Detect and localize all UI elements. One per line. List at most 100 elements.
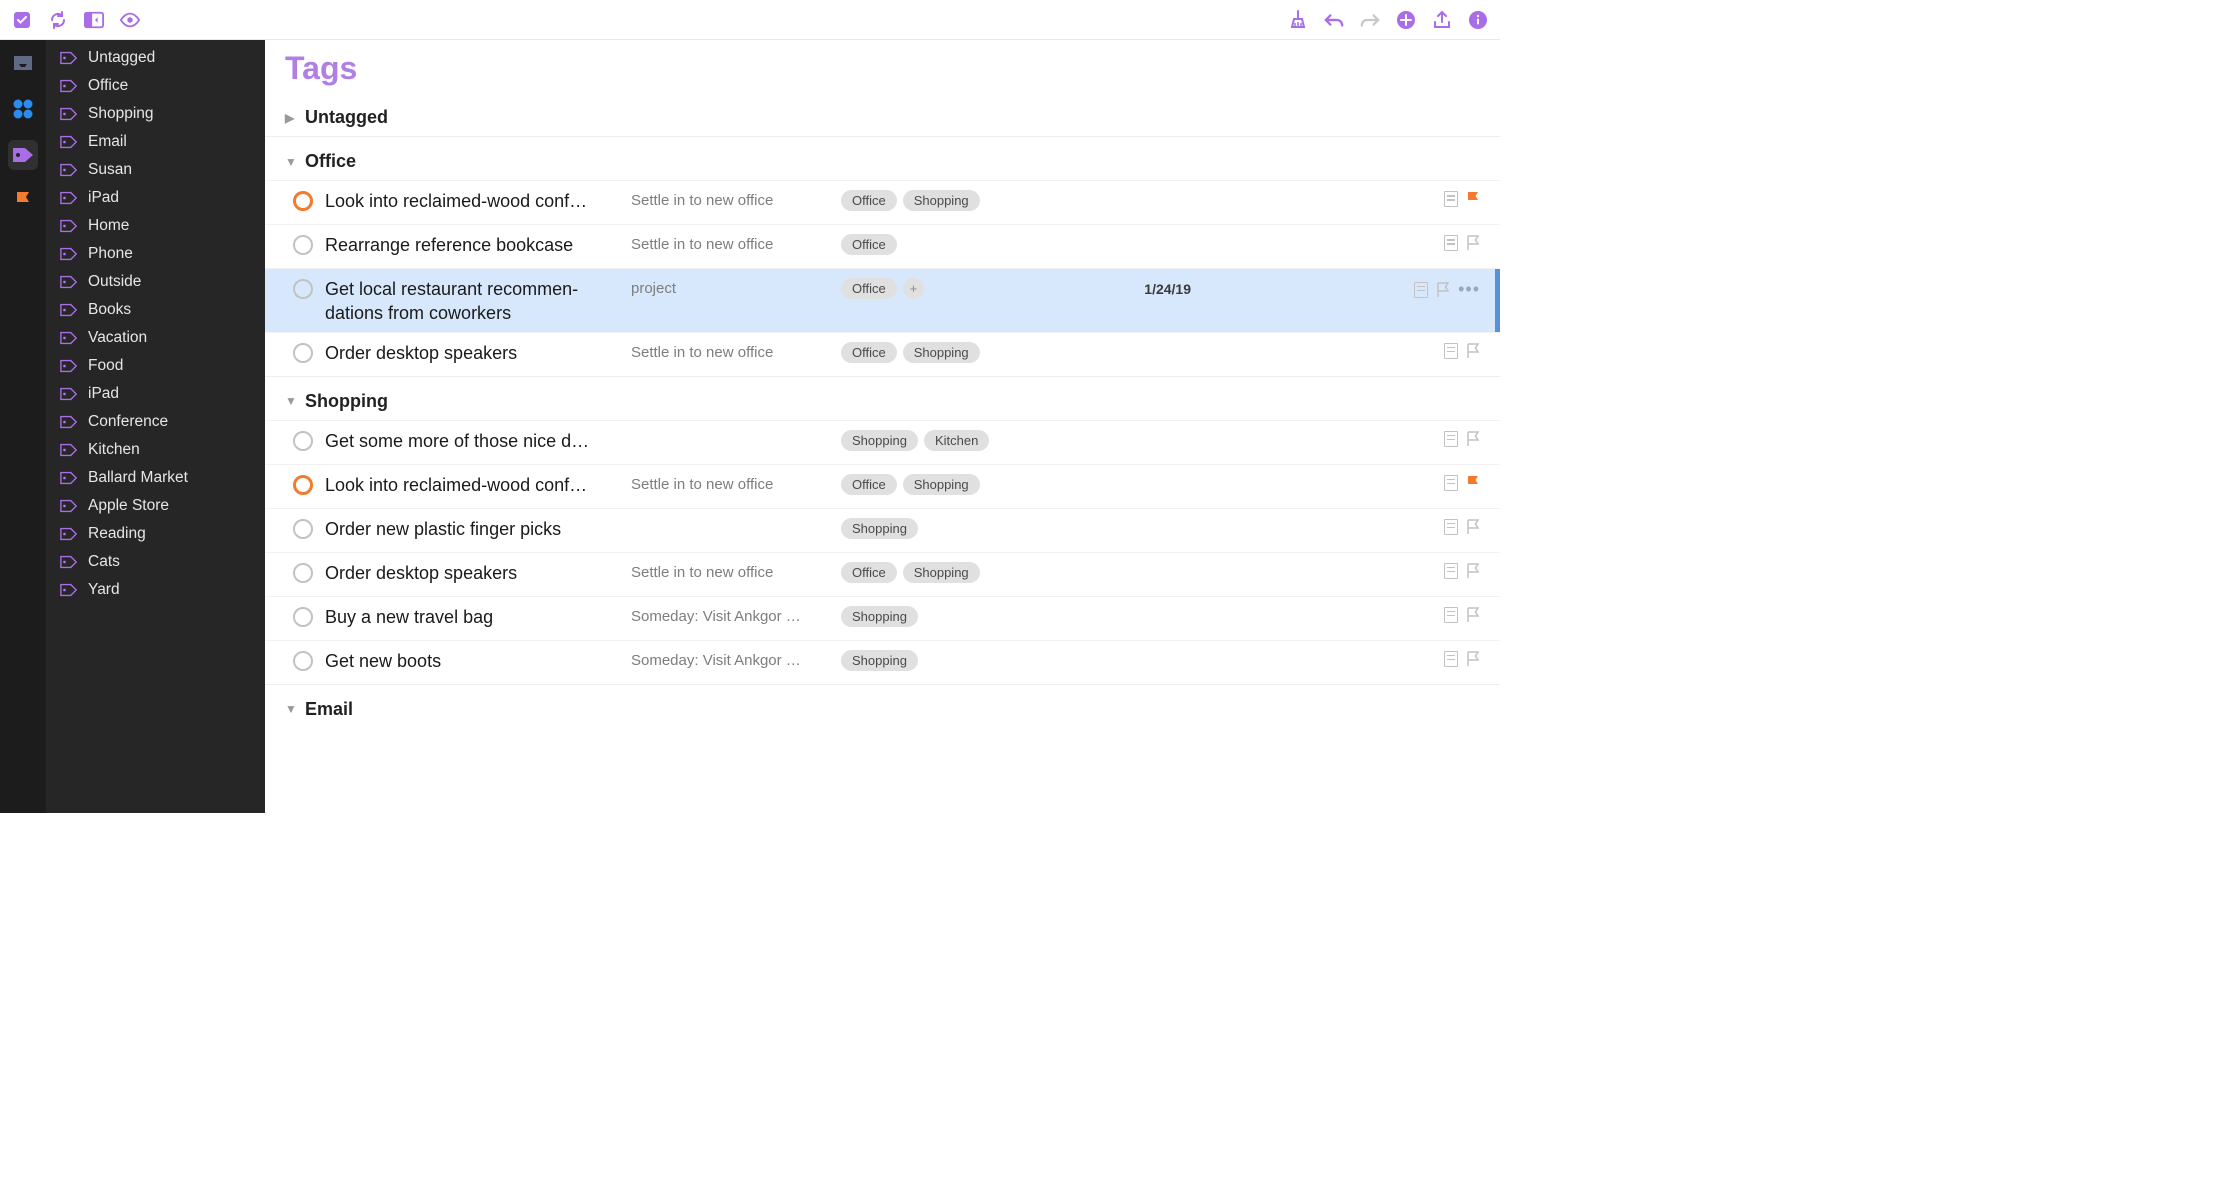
sidebar-item-vacation[interactable]: Vacation bbox=[46, 324, 265, 352]
note-icon[interactable] bbox=[1414, 282, 1428, 298]
sidebar-item-home[interactable]: Home bbox=[46, 212, 265, 240]
task-checkbox[interactable] bbox=[293, 235, 313, 255]
task-checkbox[interactable] bbox=[293, 279, 313, 299]
undo-icon[interactable] bbox=[1324, 10, 1344, 30]
sidebar-item-reading[interactable]: Reading bbox=[46, 520, 265, 548]
task-checkbox[interactable] bbox=[293, 431, 313, 451]
tag-pill[interactable]: Shopping bbox=[903, 474, 980, 495]
more-icon[interactable]: ••• bbox=[1458, 279, 1480, 300]
tag-pill[interactable]: Office bbox=[841, 474, 897, 495]
sidebar-item-ipad[interactable]: iPad bbox=[46, 380, 265, 408]
flag-icon[interactable] bbox=[1466, 475, 1480, 491]
tag-pill[interactable]: Shopping bbox=[903, 190, 980, 211]
rail-inbox[interactable] bbox=[8, 48, 38, 78]
task-checkbox[interactable] bbox=[293, 475, 313, 495]
sidebar-item-office[interactable]: Office bbox=[46, 72, 265, 100]
tag-pill[interactable]: Office bbox=[841, 190, 897, 211]
note-icon[interactable] bbox=[1444, 475, 1458, 491]
flag-icon[interactable] bbox=[1466, 235, 1480, 251]
note-icon[interactable] bbox=[1444, 519, 1458, 535]
task-checkbox[interactable] bbox=[293, 191, 313, 211]
task-checkbox[interactable] bbox=[293, 343, 313, 363]
flag-icon[interactable] bbox=[1466, 191, 1480, 207]
task-checkbox[interactable] bbox=[293, 563, 313, 583]
cleanup-icon[interactable] bbox=[1288, 10, 1308, 30]
task-row[interactable]: Buy a new travel bagSomeday: Visit Ankgo… bbox=[265, 596, 1500, 640]
share-icon[interactable] bbox=[1432, 10, 1452, 30]
rail-flagged[interactable] bbox=[8, 186, 38, 216]
flag-icon[interactable] bbox=[1466, 563, 1480, 579]
task-title: Look into reclaimed-wood conf… bbox=[313, 471, 631, 497]
task-row[interactable]: Rearrange reference bookcaseSettle in to… bbox=[265, 224, 1500, 268]
sync-icon[interactable] bbox=[48, 10, 68, 30]
eye-icon[interactable] bbox=[120, 10, 140, 30]
flag-icon[interactable] bbox=[1466, 431, 1480, 447]
note-icon[interactable] bbox=[1444, 191, 1458, 207]
disclosure-icon: ▼ bbox=[285, 394, 297, 408]
tag-pill[interactable]: Office bbox=[841, 234, 897, 255]
task-row[interactable]: Get some more of those nice d…ShoppingKi… bbox=[265, 420, 1500, 464]
sidebar-item-outside[interactable]: Outside bbox=[46, 268, 265, 296]
tag-pill[interactable]: Shopping bbox=[903, 562, 980, 583]
task-row[interactable]: Order desktop speakersSettle in to new o… bbox=[265, 552, 1500, 596]
task-row[interactable]: Look into reclaimed-wood conf…Settle in … bbox=[265, 464, 1500, 508]
note-icon[interactable] bbox=[1444, 651, 1458, 667]
sidebar-item-email[interactable]: Email bbox=[46, 128, 265, 156]
task-row[interactable]: Order new plastic finger picksShopping bbox=[265, 508, 1500, 552]
note-icon[interactable] bbox=[1444, 607, 1458, 623]
section-header-untagged[interactable]: ▶Untagged bbox=[265, 93, 1500, 136]
sidebar-item-books[interactable]: Books bbox=[46, 296, 265, 324]
task-row[interactable]: Get local restaurant recommen-dations fr… bbox=[265, 268, 1500, 332]
section-header-shopping[interactable]: ▼Shopping bbox=[265, 376, 1500, 420]
check-icon[interactable] bbox=[12, 10, 32, 30]
add-icon[interactable] bbox=[1396, 10, 1416, 30]
sidebar-item-yard[interactable]: Yard bbox=[46, 576, 265, 604]
tag-pill[interactable]: Office bbox=[841, 562, 897, 583]
sidebar-item-kitchen[interactable]: Kitchen bbox=[46, 436, 265, 464]
sidebar-item-shopping[interactable]: Shopping bbox=[46, 100, 265, 128]
section-header-email[interactable]: ▼Email bbox=[265, 684, 1500, 728]
tag-pill[interactable]: Shopping bbox=[841, 650, 918, 671]
rail-tags[interactable] bbox=[8, 140, 38, 170]
sidebar-item-conference[interactable]: Conference bbox=[46, 408, 265, 436]
note-icon[interactable] bbox=[1444, 235, 1458, 251]
info-icon[interactable] bbox=[1468, 10, 1488, 30]
sidebar-item-untagged[interactable]: Untagged bbox=[46, 44, 265, 72]
sidebar-toggle-icon[interactable] bbox=[84, 10, 104, 30]
sidebar-item-susan[interactable]: Susan bbox=[46, 156, 265, 184]
task-row[interactable]: Look into reclaimed-wood conf…Settle in … bbox=[265, 180, 1500, 224]
redo-icon[interactable] bbox=[1360, 10, 1380, 30]
task-row[interactable]: Get new bootsSomeday: Visit Ankgor …Shop… bbox=[265, 640, 1500, 684]
add-tag-button[interactable]: + bbox=[903, 278, 925, 299]
sidebar-item-phone[interactable]: Phone bbox=[46, 240, 265, 268]
tag-pill[interactable]: Office bbox=[841, 342, 897, 363]
tag-pill[interactable]: Kitchen bbox=[924, 430, 989, 451]
tag-icon bbox=[60, 77, 78, 95]
flag-icon[interactable] bbox=[1436, 282, 1450, 298]
note-icon[interactable] bbox=[1444, 431, 1458, 447]
tag-pill[interactable]: Shopping bbox=[903, 342, 980, 363]
sidebar-item-apple-store[interactable]: Apple Store bbox=[46, 492, 265, 520]
tag-pill[interactable]: Shopping bbox=[841, 430, 918, 451]
task-title: Order desktop speakers bbox=[313, 559, 631, 585]
tag-pill[interactable]: Shopping bbox=[841, 518, 918, 539]
task-tags: Shopping bbox=[841, 603, 1111, 627]
flag-icon[interactable] bbox=[1466, 651, 1480, 667]
sidebar-item-food[interactable]: Food bbox=[46, 352, 265, 380]
section-header-office[interactable]: ▼Office bbox=[265, 136, 1500, 180]
flag-icon[interactable] bbox=[1466, 519, 1480, 535]
note-icon[interactable] bbox=[1444, 343, 1458, 359]
task-checkbox[interactable] bbox=[293, 607, 313, 627]
task-row[interactable]: Order desktop speakersSettle in to new o… bbox=[265, 332, 1500, 376]
note-icon[interactable] bbox=[1444, 563, 1458, 579]
sidebar-item-ipad[interactable]: iPad bbox=[46, 184, 265, 212]
sidebar-item-cats[interactable]: Cats bbox=[46, 548, 265, 576]
task-checkbox[interactable] bbox=[293, 651, 313, 671]
task-checkbox[interactable] bbox=[293, 519, 313, 539]
flag-icon[interactable] bbox=[1466, 343, 1480, 359]
rail-forecast[interactable] bbox=[8, 94, 38, 124]
tag-pill[interactable]: Office bbox=[841, 278, 897, 299]
sidebar-item-ballard-market[interactable]: Ballard Market bbox=[46, 464, 265, 492]
flag-icon[interactable] bbox=[1466, 607, 1480, 623]
tag-pill[interactable]: Shopping bbox=[841, 606, 918, 627]
